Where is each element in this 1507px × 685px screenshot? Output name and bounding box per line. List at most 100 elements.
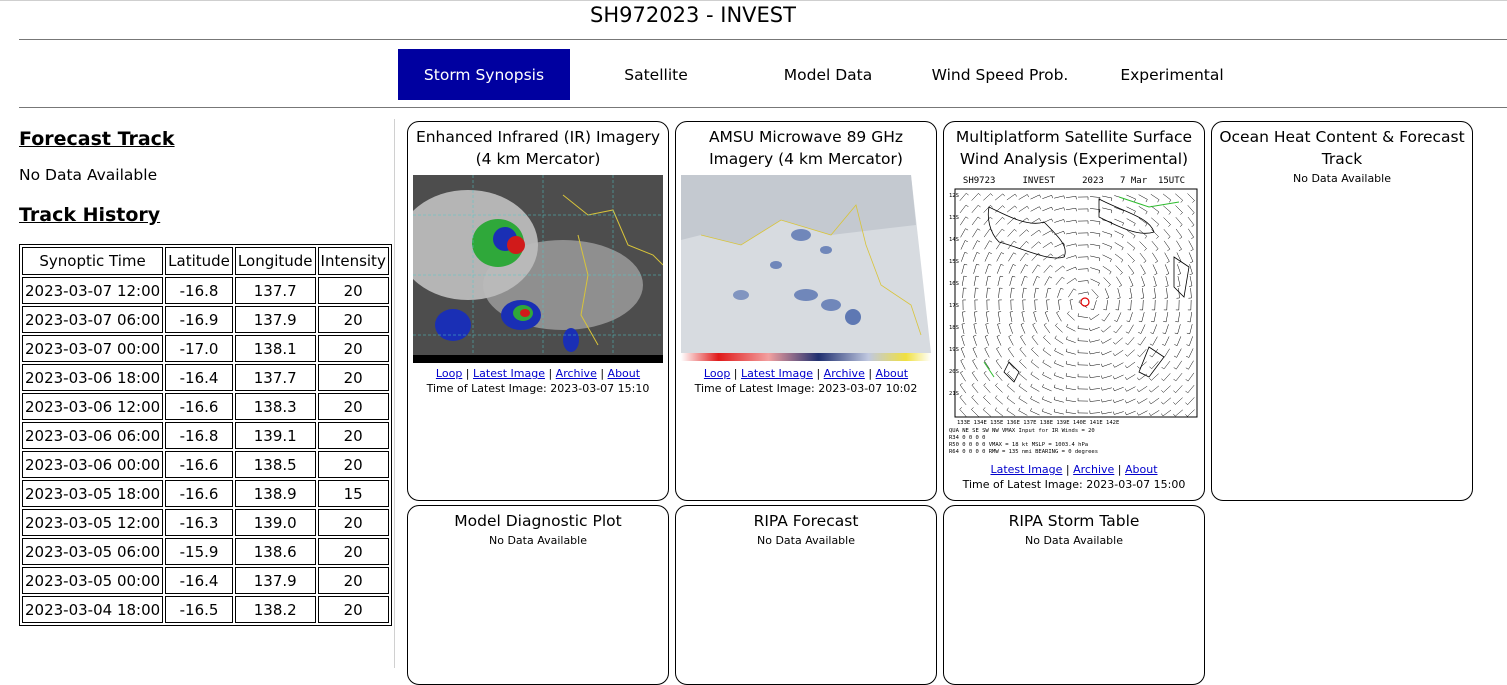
no-data-text: No Data Available [1292, 172, 1391, 185]
synoptic-time-cell: 2023-03-05 06:00 [22, 538, 164, 565]
synoptic-time-cell: 2023-03-06 06:00 [22, 422, 164, 449]
longitude-cell: 138.6 [234, 538, 316, 565]
latest-image-time: Time of Latest Image: 2023-03-07 15:00 [962, 478, 1186, 491]
latitude-cell: -15.9 [165, 538, 233, 565]
svg-text:13S: 13S [949, 215, 959, 221]
table-row: 2023-03-05 18:00 -16.6 138.9 15 [22, 480, 389, 507]
about-link[interactable]: About [1125, 463, 1158, 476]
latitude-cell: -16.6 [165, 480, 233, 507]
latitude-cell: -16.8 [165, 422, 233, 449]
longitude-cell: 138.1 [234, 335, 316, 362]
table-row: 2023-03-07 00:00 -17.0 138.1 20 [22, 335, 389, 362]
svg-text:QUA NE SE SW NW VMAX Inp: QUA NE SE SW NW VMAX Input for IR Winds … [949, 428, 1095, 434]
ir-imagery-thumbnail[interactable] [413, 175, 663, 363]
card-title: Ocean Heat Content & Forecast Track [1219, 128, 1465, 168]
tab-satellite[interactable]: Satellite [570, 49, 742, 100]
synoptic-time-cell: 2023-03-05 00:00 [22, 567, 164, 594]
longitude-cell: 139.0 [234, 509, 316, 536]
latitude-cell: -17.0 [165, 335, 233, 362]
forecast-track-heading: Forecast Track [19, 128, 175, 150]
archive-link[interactable]: Archive [556, 367, 597, 380]
synoptic-time-cell: 2023-03-06 18:00 [22, 364, 164, 391]
ir-image-svg [413, 175, 663, 363]
amsu-image-svg [681, 175, 931, 363]
wind-analysis-card: Multiplatform Satellite Surface Wind Ana… [943, 121, 1205, 501]
main-nav: Storm Synopsis Satellite Model Data Wind… [398, 49, 1258, 100]
column-header: Intensity [317, 247, 389, 275]
no-data-text: No Data Available [756, 534, 855, 547]
latest-image-link[interactable]: Latest Image [473, 367, 545, 380]
ir-imagery-card: Enhanced Infrared (IR) Imagery (4 km Mer… [407, 121, 669, 501]
synoptic-time-cell: 2023-03-07 12:00 [22, 277, 164, 304]
svg-text:14S: 14S [949, 237, 959, 243]
svg-text:19S: 19S [949, 347, 959, 353]
no-data-text: No Data Available [1024, 534, 1123, 547]
card-title: Multiplatform Satellite Surface Wind Ana… [955, 128, 1193, 168]
track-history-table: Synoptic Time Latitude Longitude Intensi… [19, 244, 392, 626]
longitude-cell: 138.5 [234, 451, 316, 478]
ocean-heat-card: Ocean Heat Content & Forecast Track No D… [1211, 121, 1473, 501]
latest-image-time: Time of Latest Image: 2023-03-07 10:02 [694, 382, 918, 395]
card-title: RIPA Forecast [753, 512, 859, 530]
tab-experimental[interactable]: Experimental [1086, 49, 1258, 100]
tab-storm-synopsis[interactable]: Storm Synopsis [398, 49, 570, 100]
latest-image-time: Time of Latest Image: 2023-03-07 15:10 [426, 382, 650, 395]
svg-text:21S: 21S [949, 391, 959, 397]
column-header: Longitude [234, 247, 316, 275]
svg-text:R50 0 0 0 0 VMAX =: R50 0 0 0 0 VMAX = 18 kt MSLP = 1003.4 h… [949, 442, 1088, 448]
tab-model-data[interactable]: Model Data [742, 49, 914, 100]
amsu-imagery-thumbnail[interactable] [681, 175, 931, 363]
card-title: AMSU Microwave 89 GHz Imagery (4 km Merc… [708, 128, 904, 168]
ripa-storm-table-card: RIPA Storm Table No Data Available [943, 505, 1205, 685]
synoptic-time-cell: 2023-03-07 00:00 [22, 335, 164, 362]
synoptic-time-cell: 2023-03-06 12:00 [22, 393, 164, 420]
longitude-cell: 138.3 [234, 393, 316, 420]
longitude-cell: 137.7 [234, 277, 316, 304]
no-data-text: No Data Available [488, 534, 587, 547]
column-separator [394, 119, 395, 668]
amsu-imagery-card: AMSU Microwave 89 GHz Imagery (4 km Merc… [675, 121, 937, 501]
loop-link[interactable]: Loop [436, 367, 462, 380]
ripa-forecast-card: RIPA Forecast No Data Available [675, 505, 937, 685]
loop-link[interactable]: Loop [704, 367, 730, 380]
archive-link[interactable]: Archive [824, 367, 865, 380]
intensity-cell: 20 [317, 335, 389, 362]
card-title: RIPA Storm Table [1008, 512, 1140, 530]
intensity-cell: 15 [317, 480, 389, 507]
latest-image-link[interactable]: Latest Image [990, 463, 1062, 476]
intensity-cell: 20 [317, 538, 389, 565]
latitude-cell: -16.3 [165, 509, 233, 536]
svg-text:R34 0 0 0 0: R34 0 0 0 0 [949, 435, 985, 441]
table-row: 2023-03-05 12:00 -16.3 139.0 20 [22, 509, 389, 536]
amsu-links: Loop | Latest Image | Archive | About [703, 367, 909, 380]
synoptic-time-cell: 2023-03-06 00:00 [22, 451, 164, 478]
table-row: 2023-03-06 06:00 -16.8 139.1 20 [22, 422, 389, 449]
latitude-cell: -16.8 [165, 277, 233, 304]
latest-image-link[interactable]: Latest Image [741, 367, 813, 380]
table-row: 2023-03-05 06:00 -15.9 138.6 20 [22, 538, 389, 565]
svg-text:20S: 20S [949, 369, 959, 375]
table-header-row: Synoptic Time Latitude Longitude Intensi… [22, 247, 389, 275]
table-row: 2023-03-06 18:00 -16.4 137.7 20 [22, 364, 389, 391]
page-title: SH972023 - INVEST [590, 3, 796, 27]
latitude-cell: -16.4 [165, 364, 233, 391]
tab-wind-speed-prob[interactable]: Wind Speed Prob. [914, 49, 1086, 100]
about-link[interactable]: About [608, 367, 641, 380]
card-title: Enhanced Infrared (IR) Imagery (4 km Mer… [415, 128, 661, 168]
table-row: 2023-03-06 00:00 -16.6 138.5 20 [22, 451, 389, 478]
synoptic-time-cell: 2023-03-05 12:00 [22, 509, 164, 536]
intensity-cell: 20 [317, 509, 389, 536]
track-history-heading: Track History [19, 204, 161, 226]
longitude-cell: 139.1 [234, 422, 316, 449]
table-row: 2023-03-07 12:00 -16.8 137.7 20 [22, 277, 389, 304]
table-row: 2023-03-07 06:00 -16.9 137.9 20 [22, 306, 389, 333]
intensity-cell: 20 [317, 422, 389, 449]
about-link[interactable]: About [876, 367, 909, 380]
longitude-cell: 137.9 [234, 567, 316, 594]
longitude-cell: 137.9 [234, 306, 316, 333]
wind-analysis-thumbnail[interactable]: SH9723 INVEST 2023 7 Mar 15UTC 12S 13S 1… [949, 175, 1199, 459]
wind-field-svg: 12S 13S 14S 15S 16S 17S 18S 19S 20S 21S … [949, 188, 1198, 455]
archive-link[interactable]: Archive [1073, 463, 1114, 476]
column-header: Synoptic Time [22, 247, 164, 275]
svg-text:133E 134E 135E 136E 137E 138E: 133E 134E 135E 136E 137E 138E 139E 140E … [957, 420, 1119, 426]
